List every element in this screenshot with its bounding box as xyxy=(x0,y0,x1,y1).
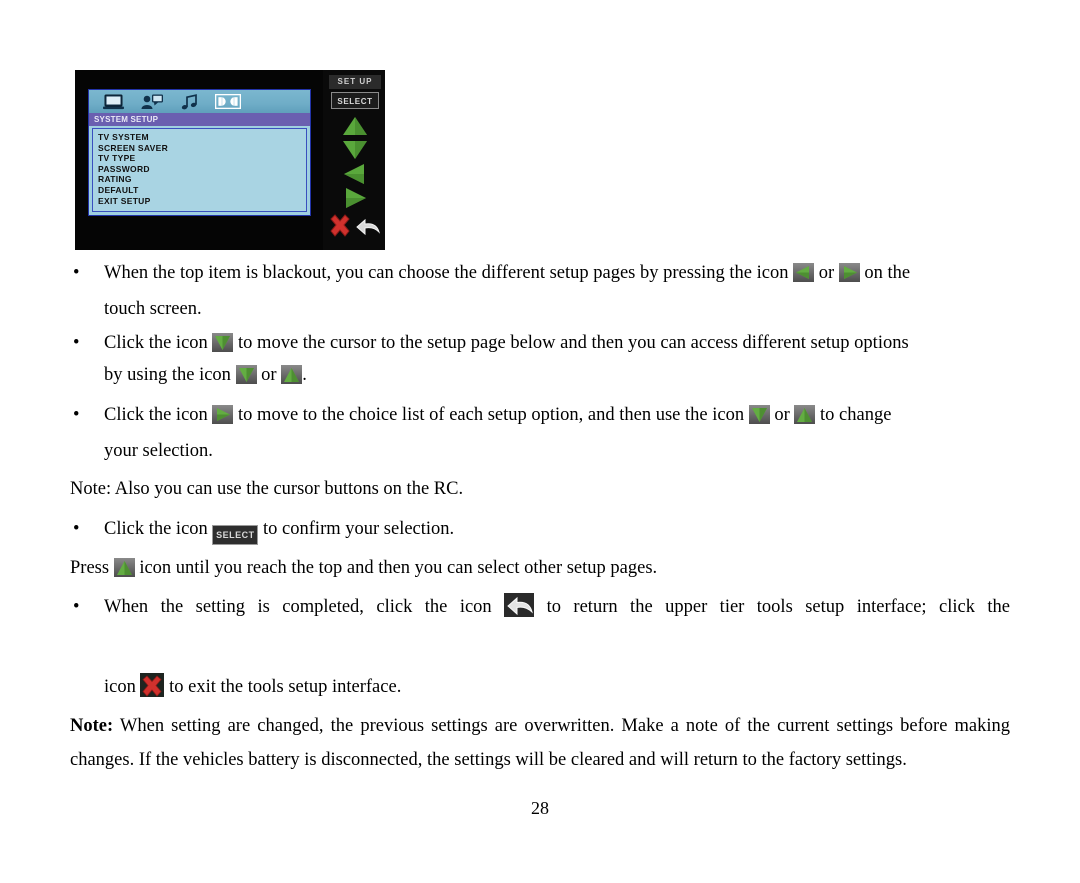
menu-item-exit-setup[interactable]: EXIT SETUP xyxy=(98,196,306,207)
down-arrow-icon xyxy=(235,365,257,384)
bullet-1-line2: touch screen. xyxy=(104,299,202,319)
osd-icon-bar xyxy=(89,90,310,113)
exit-x-icon xyxy=(140,673,165,697)
bullet-marker: • xyxy=(73,597,80,617)
right-arrow-button[interactable] xyxy=(340,187,370,209)
menu-item-default[interactable]: DEFAULT xyxy=(98,185,306,196)
bullet-item-3: • Click the icon to move to the choice l… xyxy=(70,397,1010,433)
bullet-5-line2-b: to exit the tools setup interface. xyxy=(169,677,402,697)
press-line-part2: icon until you reach the top and then yo… xyxy=(139,558,658,578)
device-key-column: SET UP SELECT xyxy=(323,70,385,250)
page-number: 28 xyxy=(531,798,549,818)
select-button[interactable]: SELECT xyxy=(331,92,379,109)
up-arrow-icon xyxy=(113,558,135,577)
note-rc-line: Note: Also you can use the cursor button… xyxy=(70,479,464,499)
person-speaker-icon[interactable] xyxy=(133,94,171,110)
bullet-marker: • xyxy=(73,519,80,539)
bullet-1-text-mid: or xyxy=(818,263,835,283)
bullet-3-text-mid: or xyxy=(774,405,790,425)
menu-item-password[interactable]: PASSWORD xyxy=(98,164,306,175)
return-arrow-button[interactable] xyxy=(354,216,382,238)
bullet-3-text-part1: Click the icon xyxy=(104,405,208,425)
exit-x-button[interactable] xyxy=(327,213,353,239)
osd-menu-title: SYSTEM SETUP xyxy=(89,113,310,126)
device-bezel: SYSTEM SETUP TV SYSTEM SCREEN SAVER TV T… xyxy=(75,70,385,250)
setup-label: SET UP xyxy=(329,75,381,89)
dolby-icon[interactable] xyxy=(209,94,247,109)
return-arrow-icon xyxy=(504,593,535,617)
bullet-1-text-part1: When the top item is blackout, you can c… xyxy=(104,263,789,283)
final-note-paragraph: Note: When setting are changed, the prev… xyxy=(70,709,1010,777)
bullet-4-text-part1: Click the icon xyxy=(104,519,208,539)
up-arrow-icon xyxy=(281,365,303,384)
bullet-4-text-part2: to confirm your selection. xyxy=(263,519,455,539)
bullet-item-2: • Click the icon to move the cursor to t… xyxy=(70,327,1010,359)
bullet-marker: • xyxy=(73,405,80,425)
bullet-2-text-part2: to move the cursor to the setup page bel… xyxy=(238,333,909,353)
menu-item-screen-saver[interactable]: SCREEN SAVER xyxy=(98,143,306,154)
press-line-part1: Press xyxy=(70,558,110,578)
select-icon: SELECT xyxy=(212,525,259,545)
music-note-icon[interactable] xyxy=(171,93,209,110)
bullet-item-5: • When the setting is completed, click t… xyxy=(70,587,1010,667)
bullet-5-text-part1: When the setting is completed, click the… xyxy=(104,597,492,617)
bullet-2-text-part1: Click the icon xyxy=(104,333,208,353)
right-arrow-icon xyxy=(838,263,860,282)
up-arrow-button[interactable] xyxy=(340,115,370,137)
bullet-5-line2: icon to exit the tools setup interface. xyxy=(70,667,1010,707)
menu-item-tv-system[interactable]: TV SYSTEM xyxy=(98,132,306,143)
bullet-1-text-part2: on the xyxy=(864,263,911,283)
bullet-5-line2-a: icon xyxy=(104,677,136,697)
bullet-2-line2: by using the icon or . xyxy=(70,359,1010,391)
bullet-item-1: • When the top item is blackout, you can… xyxy=(70,255,1010,291)
bullet-3-text-part3: to change xyxy=(820,405,892,425)
bullet-2-line2-a: by using the icon xyxy=(104,365,231,385)
bullet-2-line2-b: . xyxy=(302,365,307,385)
osd-menu-list[interactable]: TV SYSTEM SCREEN SAVER TV TYPE PASSWORD … xyxy=(92,128,307,212)
left-arrow-button[interactable] xyxy=(340,163,370,185)
bullet-2-line2-mid: or xyxy=(261,365,277,385)
menu-item-tv-type[interactable]: TV TYPE xyxy=(98,153,306,164)
down-arrow-icon xyxy=(212,333,234,352)
device-screenshot: SYSTEM SETUP TV SYSTEM SCREEN SAVER TV T… xyxy=(75,70,385,250)
down-arrow-button[interactable] xyxy=(340,139,370,161)
down-arrow-icon xyxy=(748,405,770,424)
bullet-3-text-part2: to move to the choice list of each setup… xyxy=(238,405,745,425)
press-up-line: Press icon until you reach the top and t… xyxy=(70,549,1010,587)
up-arrow-icon xyxy=(794,405,816,424)
document-body: • When the top item is blackout, you can… xyxy=(70,255,1010,777)
menu-item-rating[interactable]: RATING xyxy=(98,174,306,185)
right-arrow-icon xyxy=(212,405,234,424)
bullet-item-4: • Click the icon SELECT to confirm your … xyxy=(70,509,1010,549)
osd-panel: SYSTEM SETUP TV SYSTEM SCREEN SAVER TV T… xyxy=(88,89,311,216)
final-note-text: When setting are changed, the previous s… xyxy=(70,716,1010,770)
left-arrow-icon xyxy=(793,263,815,282)
bullet-marker: • xyxy=(73,263,80,283)
bullet-5-text-part2: to return the upper tier tools setup int… xyxy=(546,597,1011,617)
final-note-label: Note: xyxy=(70,716,114,736)
bullet-marker: • xyxy=(73,333,80,353)
bullet-3-line2: your selection. xyxy=(104,441,213,461)
monitor-icon[interactable] xyxy=(95,94,133,110)
